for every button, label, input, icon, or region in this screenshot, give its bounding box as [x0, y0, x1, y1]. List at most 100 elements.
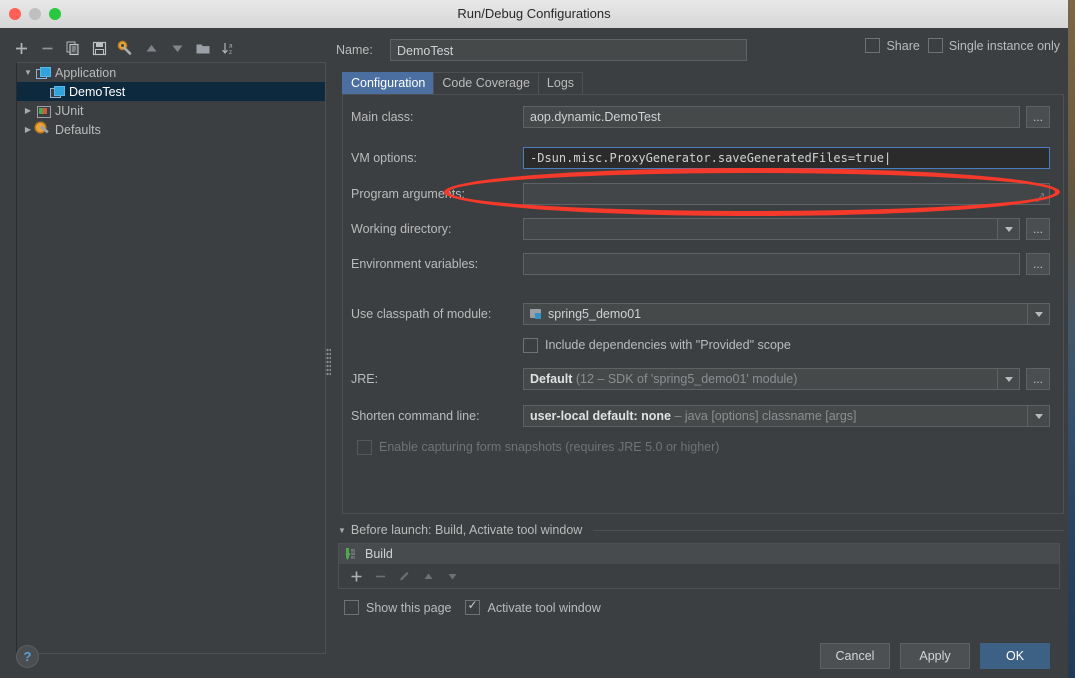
tab-code-coverage[interactable]: Code Coverage — [433, 72, 539, 94]
show-this-page-checkbox-item[interactable]: Show this page — [344, 600, 451, 615]
configurations-tree[interactable]: ▼ Application DemoTest ▶ JUnit ▶ — [16, 62, 326, 654]
tree-item-defaults[interactable]: ▶ Defaults — [17, 120, 325, 139]
program-arguments-input[interactable]: ⤢ — [523, 183, 1050, 205]
working-directory-combo[interactable] — [523, 218, 1020, 240]
cancel-button[interactable]: Cancel — [820, 643, 890, 669]
build-icon: 01 10 01 — [345, 547, 359, 561]
help-button[interactable]: ? — [16, 645, 39, 668]
chevron-down-icon[interactable] — [997, 219, 1019, 239]
share-checkbox[interactable] — [865, 38, 880, 53]
use-classpath-value: spring5_demo01 — [548, 307, 641, 321]
activate-tool-window-label: Activate tool window — [487, 601, 600, 615]
jre-value-secondary: (12 – SDK of 'spring5_demo01' module) — [576, 372, 798, 386]
chevron-down-icon[interactable] — [997, 369, 1019, 389]
defaults-gear-icon — [35, 122, 51, 138]
top-checkbox-row: Share Single instance only — [865, 38, 1060, 53]
single-instance-checkbox[interactable] — [928, 38, 943, 53]
enable-snapshots-label: Enable capturing form snapshots (require… — [379, 440, 719, 454]
sort-alphabetically-icon[interactable]: a z — [216, 35, 242, 61]
configurations-toolbar: a z — [8, 34, 324, 62]
add-icon[interactable] — [8, 35, 34, 61]
application-icon — [49, 84, 65, 100]
add-task-icon[interactable] — [345, 565, 367, 587]
configuration-panel: Main class: aop.dynamic.DemoTest ... VM … — [342, 94, 1064, 514]
junit-icon — [35, 103, 51, 119]
collapse-triangle-icon[interactable]: ▶ — [21, 125, 35, 134]
activate-tool-window-checkbox-item[interactable]: Activate tool window — [465, 600, 600, 615]
save-icon[interactable] — [86, 35, 112, 61]
header-divider — [593, 530, 1064, 531]
module-icon — [530, 307, 543, 320]
tree-item-label: Defaults — [55, 123, 101, 137]
vm-options-input[interactable]: -Dsun.misc.ProxyGenerator.saveGeneratedF… — [523, 147, 1050, 169]
tab-configuration[interactable]: Configuration — [342, 72, 434, 94]
move-down-icon[interactable] — [164, 35, 190, 61]
configurations-left-panel: a z ▼ Application DemoTest — [8, 28, 324, 663]
collapse-triangle-icon[interactable]: ▼ — [338, 526, 346, 535]
before-launch-task-build[interactable]: 01 10 01 Build — [339, 544, 1059, 564]
include-dependencies-checkbox[interactable] — [523, 338, 538, 353]
footer-buttons: Cancel Apply OK — [820, 643, 1050, 669]
tree-item-application[interactable]: ▼ Application — [17, 63, 325, 82]
vm-options-value: -Dsun.misc.ProxyGenerator.saveGeneratedF… — [530, 151, 884, 165]
working-directory-label: Working directory: — [343, 222, 523, 236]
environment-variables-label: Environment variables: — [343, 257, 523, 271]
environment-variables-input[interactable] — [523, 253, 1020, 275]
panel-splitter[interactable] — [324, 28, 334, 663]
splitter-grip[interactable] — [326, 348, 331, 376]
move-task-down-icon — [441, 565, 463, 587]
settings-icon[interactable] — [112, 35, 138, 61]
jre-combo[interactable]: Default (12 – SDK of 'spring5_demo01' mo… — [523, 368, 1020, 390]
activate-tool-window-checkbox[interactable] — [465, 600, 480, 615]
expand-editor-icon[interactable]: ⤢ — [1035, 188, 1044, 208]
before-launch-header[interactable]: ▼ Before launch: Build, Activate tool wi… — [338, 523, 1064, 537]
before-launch-title: Before launch: Build, Activate tool wind… — [351, 523, 582, 537]
jre-browse-button[interactable]: ... — [1026, 368, 1050, 390]
enable-snapshots-checkbox-item: Enable capturing form snapshots (require… — [357, 440, 719, 455]
before-launch-task-list[interactable]: 01 10 01 Build — [338, 543, 1060, 589]
working-directory-browse-button[interactable]: ... — [1026, 218, 1050, 240]
show-this-page-label: Show this page — [366, 601, 451, 615]
main-class-row: Main class: aop.dynamic.DemoTest ... — [343, 105, 1065, 129]
expand-triangle-icon[interactable]: ▼ — [21, 68, 35, 77]
chevron-down-icon[interactable] — [1027, 304, 1049, 324]
tree-item-junit[interactable]: ▶ JUnit — [17, 101, 325, 120]
name-label: Name: — [336, 43, 390, 57]
shorten-value-secondary: – java [options] classname [args] — [674, 409, 856, 423]
jre-label: JRE: — [343, 372, 523, 386]
jre-row: JRE: Default (12 – SDK of 'spring5_demo0… — [343, 367, 1065, 391]
share-checkbox-item[interactable]: Share — [865, 38, 919, 53]
application-icon — [35, 65, 51, 81]
collapse-triangle-icon[interactable]: ▶ — [21, 106, 35, 115]
main-class-browse-button[interactable]: ... — [1026, 106, 1050, 128]
main-class-label: Main class: — [343, 110, 523, 124]
chevron-down-icon[interactable] — [1027, 406, 1049, 426]
title-bar: Run/Debug Configurations — [0, 0, 1068, 29]
use-classpath-combo[interactable]: spring5_demo01 — [523, 303, 1050, 325]
move-task-up-icon — [417, 565, 439, 587]
ok-button[interactable]: OK — [980, 643, 1050, 669]
shorten-command-line-row: Shorten command line: user-local default… — [343, 404, 1065, 428]
before-launch-section: ▼ Before launch: Build, Activate tool wi… — [338, 523, 1064, 589]
shorten-command-line-combo[interactable]: user-local default: none – java [options… — [523, 405, 1050, 427]
run-debug-configurations-dialog: Run/Debug Configurations — [0, 0, 1068, 678]
folder-icon[interactable] — [190, 35, 216, 61]
remove-task-icon — [369, 565, 391, 587]
main-class-input[interactable]: aop.dynamic.DemoTest — [523, 106, 1020, 128]
before-launch-toolbar — [339, 564, 1059, 588]
name-input[interactable]: DemoTest — [390, 39, 747, 61]
include-dependencies-row: Include dependencies with "Provided" sco… — [343, 333, 1065, 357]
remove-icon[interactable] — [34, 35, 60, 61]
show-this-page-checkbox[interactable] — [344, 600, 359, 615]
use-classpath-row: Use classpath of module: spring5_demo01 — [343, 302, 1065, 326]
apply-button[interactable]: Apply — [900, 643, 970, 669]
tab-logs[interactable]: Logs — [538, 72, 583, 94]
environment-variables-browse-button[interactable]: ... — [1026, 253, 1050, 275]
copy-icon[interactable] — [60, 35, 86, 61]
move-up-icon[interactable] — [138, 35, 164, 61]
svg-text:01: 01 — [351, 556, 355, 560]
use-classpath-label: Use classpath of module: — [343, 307, 523, 321]
tree-item-demotest[interactable]: DemoTest — [17, 82, 325, 101]
include-dependencies-checkbox-item[interactable]: Include dependencies with "Provided" sco… — [523, 338, 791, 353]
single-instance-checkbox-item[interactable]: Single instance only — [928, 38, 1060, 53]
